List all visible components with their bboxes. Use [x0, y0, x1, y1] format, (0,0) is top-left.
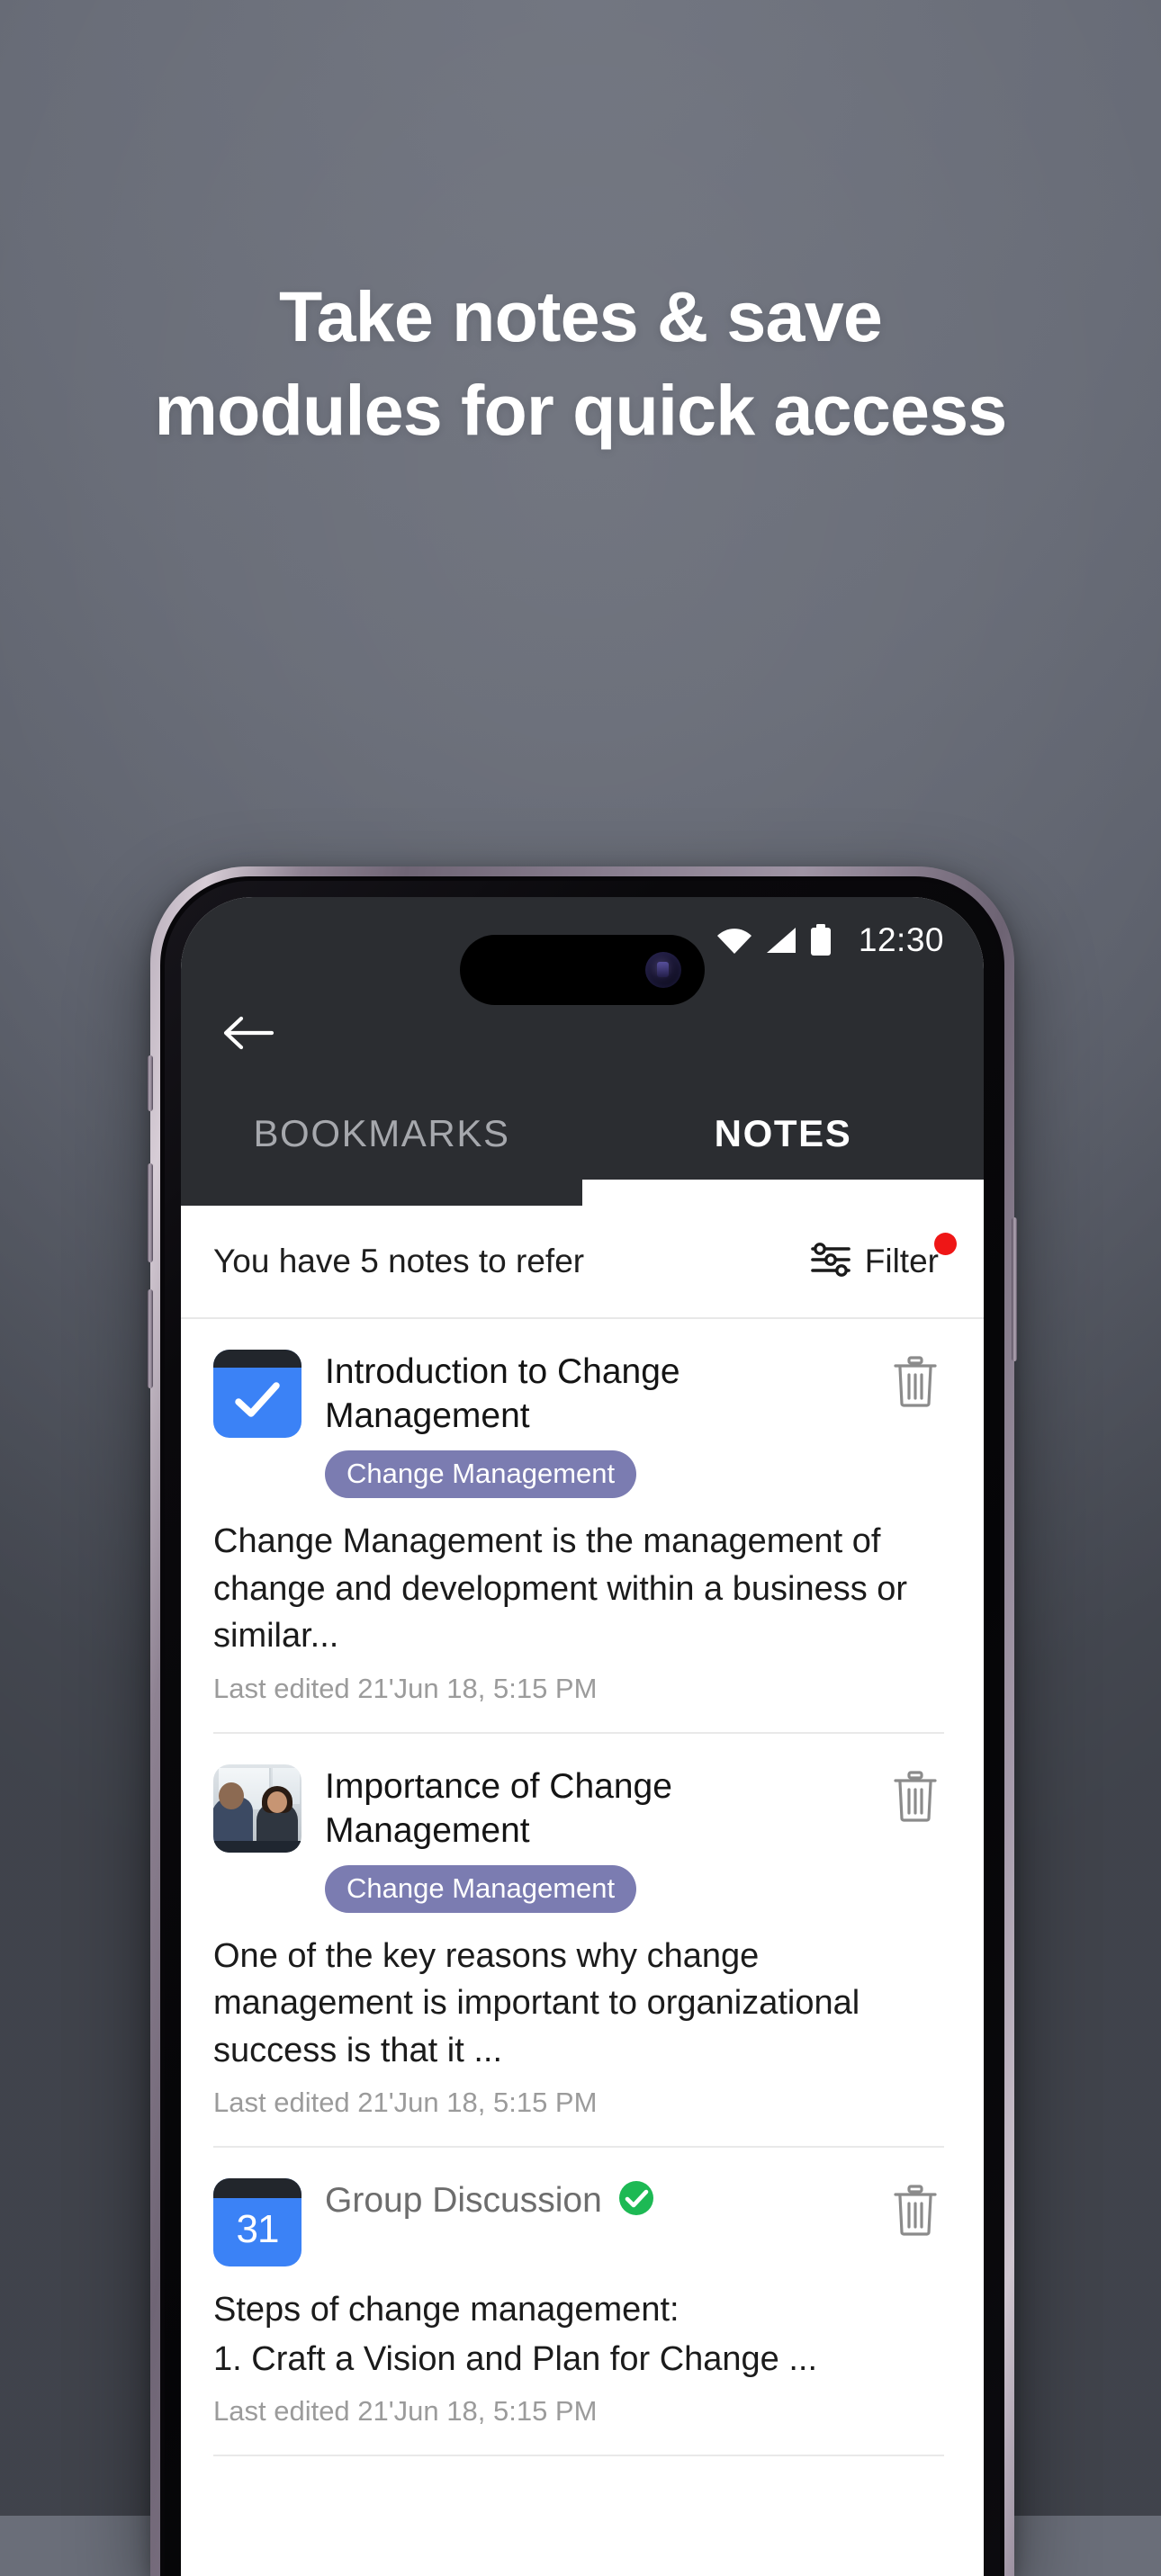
tab-bar: BOOKMARKS NOTES	[181, 1084, 984, 1206]
note-title-row: Group Discussion	[325, 2178, 876, 2222]
front-camera-icon	[645, 952, 681, 988]
note-title: Introduction to Change Management	[325, 1352, 680, 1436]
cellular-signal-icon	[765, 926, 797, 955]
note-tag-chip[interactable]: Change Management	[325, 1864, 637, 1913]
note-body: Change Management is the management of c…	[213, 1522, 908, 1656]
trash-icon[interactable]	[892, 1350, 944, 1412]
note-tag-chip[interactable]: Change Management	[325, 1450, 637, 1499]
note-card[interactable]: Importance of Change Management Change M…	[181, 1734, 984, 2120]
tab-active-indicator	[582, 1180, 984, 1206]
note-body: One of the key reasons why change manage…	[213, 1936, 860, 2069]
trash-icon[interactable]	[892, 1764, 944, 1827]
note-header-text: Importance of Change Management Change M…	[302, 1764, 876, 1913]
status-icons: 12:30	[716, 921, 944, 959]
wifi-icon	[716, 926, 753, 955]
trash-icon[interactable]	[892, 2178, 944, 2240]
task-icon-check	[213, 1350, 302, 1438]
status-bar-clock: 12:30	[858, 921, 944, 958]
tab-bookmarks[interactable]: BOOKMARKS	[181, 1084, 582, 1206]
note-last-edited: Last edited 21'Jun 18, 5:15 PM	[213, 2087, 598, 2119]
note-card[interactable]: Introduction to Change Management Change…	[181, 1319, 984, 1705]
completed-check-icon	[616, 2178, 656, 2222]
note-header: Introduction to Change Management Change…	[213, 1350, 944, 1499]
note-body-line-2: 1. Craft a Vision and Plan for Change ..…	[213, 2339, 818, 2378]
headline-line-2: modules for quick access	[154, 370, 1008, 451]
note-title: Group Discussion	[325, 2181, 602, 2221]
note-last-edited: Last edited 21'Jun 18, 5:15 PM	[213, 2395, 598, 2427]
note-title: Importance of Change Management	[325, 1766, 672, 1850]
notes-summary-row: You have 5 notes to refer Filter	[181, 1206, 984, 1319]
power-button[interactable]	[1012, 1217, 1017, 1361]
battery-full-icon	[809, 924, 832, 956]
note-header: Importance of Change Management Change M…	[213, 1764, 944, 1913]
photo-table	[213, 1840, 302, 1853]
meeting-photo-thumbnail	[213, 1764, 302, 1853]
photo-person-right-face	[267, 1791, 287, 1813]
app-bar-top-row	[181, 983, 984, 1082]
volume-up-button[interactable]	[148, 1163, 153, 1262]
phone-mockup: 12:30 BOOKMARKS NOTES You have 5 notes t…	[148, 866, 1017, 2576]
tab-bookmarks-label: BOOKMARKS	[253, 1111, 510, 1154]
note-body-line-1: Steps of change management:	[213, 2291, 680, 2329]
promo-headline: Take notes & save modules for quick acce…	[0, 270, 1161, 458]
silent-switch[interactable]	[148, 1055, 153, 1111]
note-header-text: Group Discussion	[302, 2178, 876, 2222]
task-checkbox-icon	[213, 1350, 302, 1438]
calendar-icon-day: 31	[236, 2207, 280, 2252]
note-last-edited: Last edited 21'Jun 18, 5:15 PM	[213, 1672, 598, 1704]
notes-list-screen: You have 5 notes to refer Filter Introdu…	[181, 1206, 984, 2576]
note-header: 31 Group Discussion	[213, 2178, 944, 2267]
headline-line-1: Take notes & save	[279, 276, 883, 356]
notes-count-text: You have 5 notes to refer	[213, 1243, 585, 1279]
list-divider	[213, 2455, 944, 2456]
note-header-text: Introduction to Change Management Change…	[302, 1350, 876, 1499]
phone-screen: 12:30 BOOKMARKS NOTES You have 5 notes t…	[181, 897, 984, 2576]
filter-button[interactable]: Filter	[809, 1232, 957, 1284]
back-button[interactable]	[215, 1000, 282, 1066]
calendar-icon: 31	[213, 2178, 302, 2267]
photo-person-left-head	[219, 1782, 244, 1809]
app-bar: 12:30 BOOKMARKS NOTES	[181, 897, 984, 1206]
volume-down-button[interactable]	[148, 1289, 153, 1388]
filter-active-badge	[934, 1232, 957, 1255]
filter-label: Filter	[864, 1243, 939, 1279]
sliders-filter-icon	[809, 1240, 852, 1284]
tab-notes-label: NOTES	[714, 1111, 852, 1154]
note-card[interactable]: 31 Group Discussion Steps of change mana…	[181, 2148, 984, 2428]
